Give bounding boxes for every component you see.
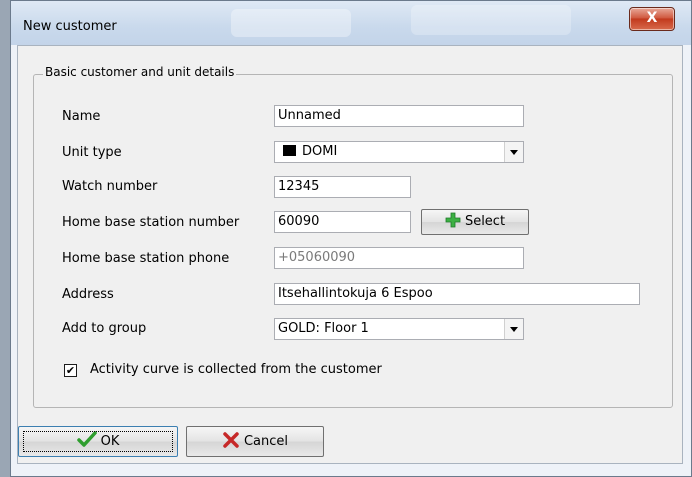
activity-checkbox[interactable]: ✔	[64, 364, 77, 377]
ok-button[interactable]: OK	[18, 426, 178, 457]
dialog-body: Basic customer and unit details Name Unn…	[17, 45, 683, 464]
activity-checkbox-label[interactable]: Activity curve is collected from the cus…	[90, 362, 382, 377]
select-button-label: Select	[464, 214, 506, 229]
address-label: Address	[62, 287, 114, 302]
cancel-button[interactable]: Cancel	[186, 426, 324, 457]
chevron-down-icon[interactable]	[504, 142, 523, 162]
close-icon: X	[646, 10, 658, 26]
cancel-button-label: Cancel	[243, 434, 289, 449]
focus-ring	[23, 431, 173, 452]
name-label: Name	[62, 109, 101, 124]
chevron-down-icon[interactable]	[504, 319, 523, 339]
unit-type-select[interactable]: DOMI	[274, 141, 524, 163]
unit-type-label: Unit type	[62, 145, 122, 160]
watch-number-label: Watch number	[62, 179, 158, 194]
new-customer-dialog: New customer X Basic customer and unit d…	[10, 0, 692, 477]
group-label: Add to group	[62, 321, 147, 336]
home-base-number-label: Home base station number	[62, 215, 240, 230]
title-bar[interactable]: New customer X	[11, 1, 691, 45]
x-icon	[223, 432, 239, 448]
unit-type-value: DOMI	[302, 144, 338, 159]
plus-icon	[445, 212, 461, 228]
group-value: GOLD: Floor 1	[278, 321, 369, 336]
select-button[interactable]: Select	[421, 209, 529, 235]
unit-color-swatch	[283, 145, 296, 156]
name-field[interactable]: Unnamed	[274, 105, 524, 127]
window-title: New customer	[23, 19, 117, 34]
check-mark-icon: ✔	[65, 364, 76, 377]
home-base-number-field[interactable]: 60090	[274, 211, 411, 233]
address-field[interactable]: Itsehallintokuja 6 Espoo	[274, 283, 640, 305]
watch-number-field[interactable]: 12345	[274, 176, 411, 198]
home-base-phone-label: Home base station phone	[62, 251, 230, 266]
groupbox-label: Basic customer and unit details	[43, 65, 237, 79]
close-button[interactable]: X	[629, 7, 675, 31]
home-base-phone-field: +05060090	[274, 247, 524, 269]
group-select[interactable]: GOLD: Floor 1	[274, 318, 524, 340]
